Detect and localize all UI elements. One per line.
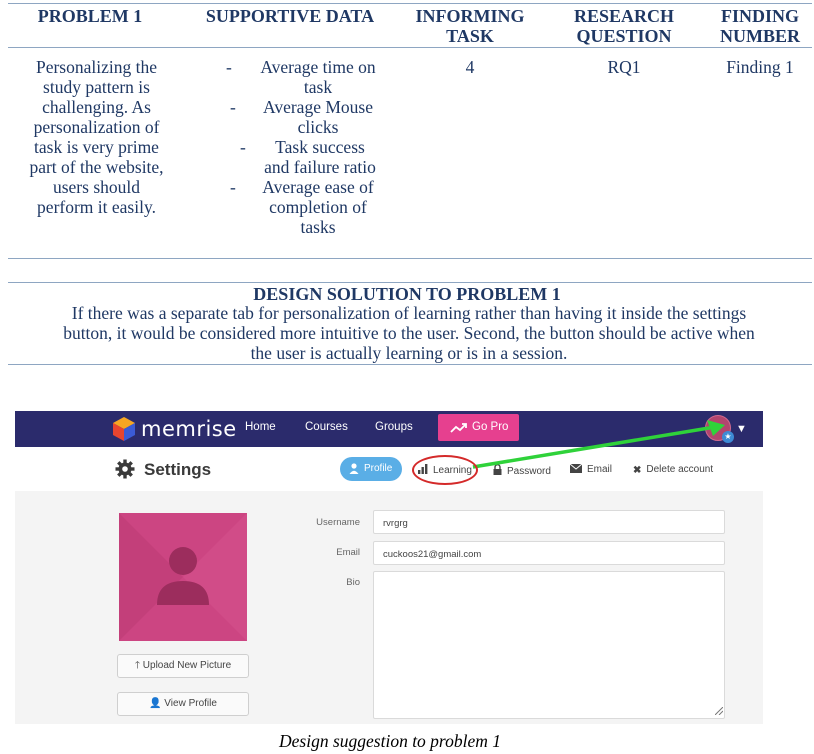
design-solution-body: If there was a separate tab for personal… (14, 303, 804, 363)
problem-line: study pattern is (43, 77, 150, 97)
username-field[interactable]: rvrgrg (373, 510, 725, 534)
bio-label: Bio (346, 577, 360, 588)
email-field[interactable]: cuckoos21@gmail.com (373, 541, 725, 565)
problem-line: task is very prime (34, 137, 159, 157)
problem-line: challenging. As (42, 97, 151, 117)
header-supportive-data: SUPPORTIVE DATA (205, 6, 375, 26)
bullet-dash: - (240, 137, 246, 157)
bullet-line: Task success (275, 137, 365, 157)
view-profile-label: View Profile (164, 698, 217, 709)
finding-number-value: Finding 1 (726, 57, 794, 77)
user-icon: 👤 (149, 698, 162, 709)
header-finding-number-text: FINDING NUMBER (720, 6, 800, 46)
username-label: Username (316, 517, 360, 528)
upload-picture-button[interactable]: 🡑 Upload New Picture (117, 654, 249, 678)
solution-line: If there was a separate tab for personal… (71, 303, 747, 323)
profile-picture (119, 513, 247, 641)
bullet-line: clicks (297, 117, 339, 137)
design-solution-title: DESIGN SOLUTION TO PROBLEM 1 (253, 284, 561, 304)
header-research-question: RESEARCH QUESTION (560, 6, 688, 46)
memrise-settings-screenshot: memrise Home Courses Groups Go Pro ★ ▼ S… (15, 411, 763, 724)
supportive-data-list: - Average time on task - Average Mouse c… (210, 57, 410, 237)
upload-picture-label: Upload New Picture (142, 660, 232, 671)
solution-top-rule (8, 282, 812, 283)
annotation-circle (412, 455, 478, 485)
problem-description: Personalizing the study pattern is chall… (14, 57, 179, 217)
email-label: Email (336, 547, 360, 558)
header-informing-task: INFORMING TASK (405, 6, 535, 46)
problem-line: perform it easily. (37, 197, 156, 217)
problem-line: Personalizing the (35, 57, 157, 77)
resize-handle-icon[interactable] (715, 707, 723, 715)
list-item: - Task success and failure ratio (210, 137, 410, 177)
bullet-line: tasks (300, 217, 336, 237)
table-top-rule (8, 3, 812, 4)
bullet-text: Average time on task (256, 57, 380, 97)
bullet-dash: - (230, 177, 236, 197)
bio-textarea[interactable] (373, 571, 725, 719)
list-item: - Average ease of completion of tasks (210, 177, 410, 237)
list-item: - Average time on task (210, 57, 410, 97)
bullet-line: Average ease of (262, 177, 374, 197)
bullet-text: Task success and failure ratio (256, 137, 384, 177)
bullet-text: Average Mouse clicks (256, 97, 380, 137)
header-finding-number: FINDING NUMBER (708, 6, 812, 46)
bullet-line: Average Mouse (263, 97, 373, 117)
solution-line: the user is actually learning or is in a… (250, 343, 568, 363)
figure-caption: Design suggestion to problem 1 (279, 731, 501, 751)
informing-task-value: 4 (465, 57, 475, 77)
problem-line: users should (52, 177, 140, 197)
problem-line: part of the website, (29, 157, 164, 177)
view-profile-button[interactable]: 👤 View Profile (117, 692, 249, 716)
bullet-line: Average time on (260, 57, 376, 77)
bullet-dash: - (226, 57, 232, 77)
header-research-question-text: RESEARCH QUESTION (573, 6, 675, 46)
list-item: - Average Mouse clicks (210, 97, 410, 137)
header-informing-task-text: INFORMING TASK (415, 6, 525, 46)
bullet-line: and failure ratio (264, 157, 376, 177)
research-question-value: RQ1 (607, 57, 641, 77)
avatar-placeholder-icon (119, 513, 247, 641)
header-problem: PROBLEM 1 (37, 6, 143, 26)
arrow-up-icon: 🡑 (134, 660, 141, 671)
solution-bottom-rule (8, 364, 812, 365)
annotation-arrow (472, 420, 725, 469)
bullet-line: completion of (269, 197, 367, 217)
bullet-text: Average ease of completion of tasks (256, 177, 380, 237)
solution-line: button, it would be considered more intu… (63, 323, 755, 343)
problem-line: personalization of (33, 117, 160, 137)
bullet-line: task (303, 77, 333, 97)
table-bottom-rule (8, 258, 812, 259)
table-header-rule (8, 47, 812, 48)
bullet-dash: - (230, 97, 236, 117)
